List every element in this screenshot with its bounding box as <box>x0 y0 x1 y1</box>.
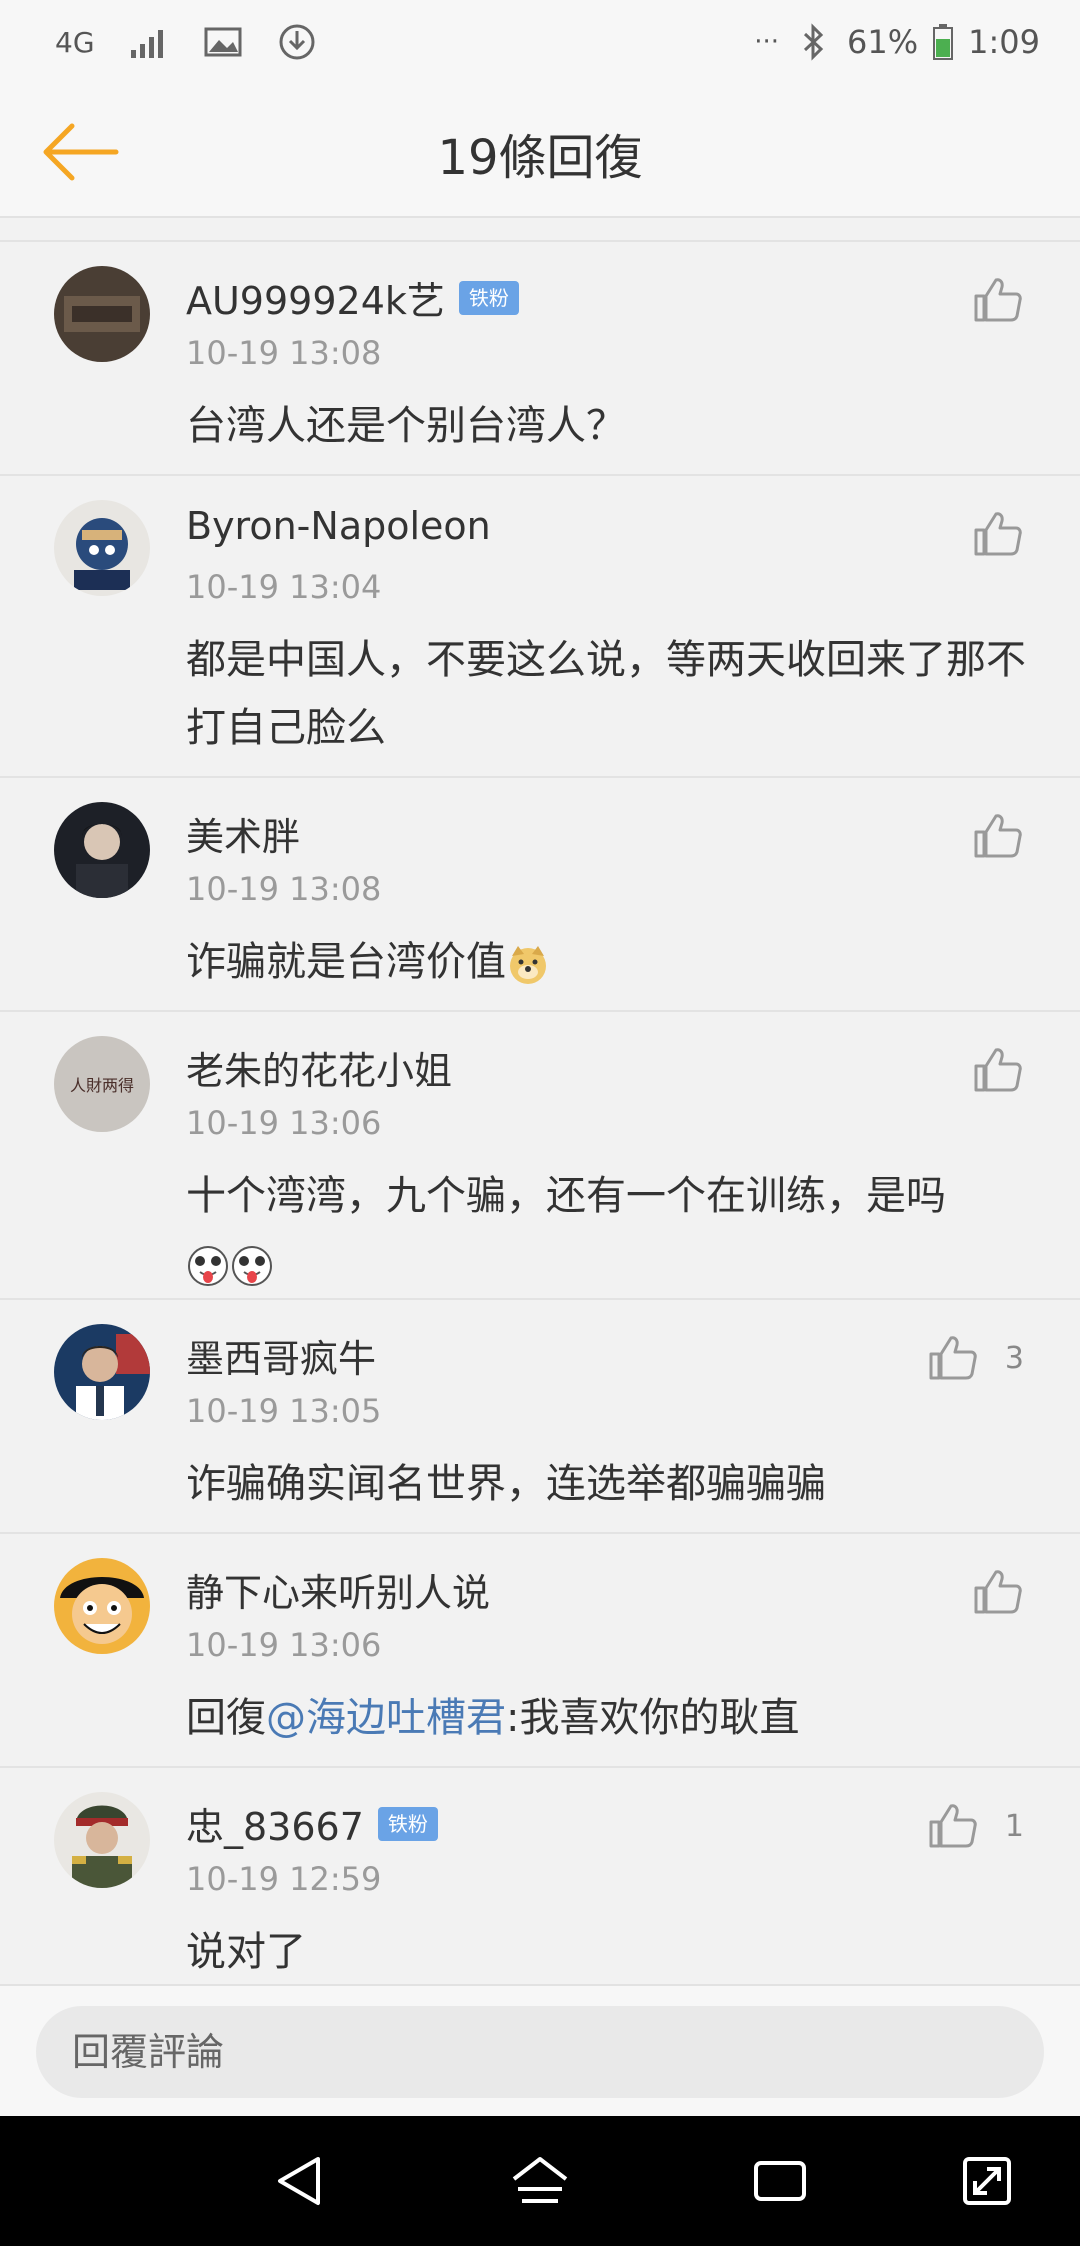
comment-time: 10-19 13:08 <box>186 334 382 372</box>
status-bar: 4G ··· 61% 1:09 <box>0 0 1080 90</box>
comment-time: 10-19 12:59 <box>186 1860 382 1898</box>
comment-time: 10-19 13:05 <box>186 1392 382 1430</box>
bluetooth-icon <box>793 22 833 62</box>
comment-list: AU999924k艺 铁粉 10-19 13:08 台湾人还是个别台湾人？ By… <box>0 240 1080 1994</box>
recent-apps-icon[interactable] <box>748 2149 812 2213</box>
header: 19條回復 <box>0 90 1080 218</box>
battery-percent: 61% <box>847 23 919 61</box>
avatar[interactable] <box>54 1558 150 1654</box>
home-nav-icon[interactable] <box>508 2149 572 2213</box>
avatar[interactable] <box>54 266 150 362</box>
like-button[interactable]: 1 <box>927 1800 1024 1852</box>
comment-item: 墨西哥疯牛 3 10-19 13:05 诈骗确实闻名世界，连选举都骗骗骗 <box>0 1298 1080 1532</box>
system-nav-bar <box>0 2116 1080 2246</box>
doge-emoji-icon <box>506 942 550 986</box>
expand-screen-icon[interactable] <box>955 2149 1019 2213</box>
comment-item: 静下心来听别人说 10-19 13:06 回復@海边吐槽君:我喜欢你的耿直 <box>0 1532 1080 1766</box>
comment-text: 诈骗确实闻名世界，连选举都骗骗骗 <box>186 1461 826 1507</box>
like-button[interactable] <box>972 1044 1024 1096</box>
reply-text: :我喜欢你的耿直 <box>506 1695 800 1741</box>
comment-text: 十个湾湾，九个骗，还有一个在训练，是吗 <box>186 1173 946 1219</box>
comment-time: 10-19 13:06 <box>186 1104 382 1142</box>
comment-item: 美术胖 10-19 13:08 诈骗就是台湾价值 <box>0 776 1080 1010</box>
back-nav-icon[interactable] <box>268 2149 332 2213</box>
more-notifications-icon: ··· <box>754 27 780 57</box>
username[interactable]: 美术胖 <box>186 806 300 861</box>
thumbs-up-icon <box>972 810 1024 862</box>
comment-text: 诈骗就是台湾价值 <box>186 939 506 985</box>
thumbs-up-icon <box>927 1332 979 1384</box>
thumbs-up-icon <box>972 274 1024 326</box>
comment-time: 10-19 13:04 <box>186 568 382 606</box>
username[interactable]: 老朱的花花小姐 <box>186 1040 452 1095</box>
like-button[interactable]: 3 <box>927 1332 1024 1384</box>
reply-input[interactable] <box>36 2006 1044 2098</box>
avatar[interactable] <box>54 1324 150 1420</box>
avatar[interactable] <box>54 802 150 898</box>
like-button[interactable] <box>972 1566 1024 1618</box>
like-count: 3 <box>1004 1340 1024 1376</box>
comment-item: AU999924k艺 铁粉 10-19 13:08 台湾人还是个别台湾人？ <box>0 240 1080 474</box>
network-indicator: 4G <box>55 25 95 59</box>
thumbs-up-icon <box>972 1044 1024 1096</box>
avatar[interactable] <box>54 1792 150 1888</box>
signal-icon <box>129 22 169 62</box>
avatar[interactable]: 人財两得 <box>54 1036 150 1132</box>
like-button[interactable] <box>972 508 1024 560</box>
username[interactable]: 静下心来听别人说 <box>186 1562 490 1617</box>
avatar[interactable] <box>54 500 150 596</box>
reply-prefix: 回復 <box>186 1695 266 1741</box>
like-button[interactable] <box>972 274 1024 326</box>
thumbs-up-icon <box>972 508 1024 560</box>
comment-item: Byron-Napoleon 10-19 13:04 都是中国人，不要这么说，等… <box>0 474 1080 776</box>
clock: 1:09 <box>968 23 1040 61</box>
username[interactable]: AU999924k艺 <box>186 270 445 325</box>
username[interactable]: Byron-Napoleon <box>186 504 491 548</box>
avatar-logo-text: 人財两得 <box>70 1076 134 1095</box>
thumbs-up-icon <box>972 1566 1024 1618</box>
thumbs-up-icon <box>927 1800 979 1852</box>
comment-text: 台湾人还是个别台湾人？ <box>186 403 626 449</box>
like-count: 1 <box>1004 1808 1024 1844</box>
tongue-emoji-icon <box>186 1244 230 1288</box>
page-title: 19條回復 <box>437 130 643 186</box>
fan-badge: 铁粉 <box>458 280 519 315</box>
comment-time: 10-19 13:08 <box>186 870 382 908</box>
like-button[interactable] <box>972 810 1024 862</box>
image-icon <box>203 22 243 62</box>
mention-link[interactable]: @海边吐槽君 <box>266 1695 506 1741</box>
comment-item: 忠_83667 铁粉 1 10-19 12:59 说对了 <box>0 1766 1080 1994</box>
comment-text: 说对了 <box>186 1929 306 1975</box>
comment-item: 人財两得 老朱的花花小姐 10-19 13:06 十个湾湾，九个骗，还有一个在训… <box>0 1010 1080 1298</box>
username[interactable]: 墨西哥疯牛 <box>186 1328 376 1383</box>
username[interactable]: 忠_83667 <box>186 1796 364 1851</box>
comment-text: 回復@海边吐槽君:我喜欢你的耿直 <box>186 1684 1036 1752</box>
comment-time: 10-19 13:06 <box>186 1626 382 1664</box>
tongue-emoji-icon <box>230 1244 274 1288</box>
comment-text: 都是中国人，不要这么说，等两天收回来了那不打自己脸么 <box>186 637 1026 751</box>
reply-bar <box>0 1984 1080 2118</box>
download-icon <box>277 22 317 62</box>
fan-badge: 铁粉 <box>377 1806 438 1841</box>
battery-icon <box>932 23 954 61</box>
